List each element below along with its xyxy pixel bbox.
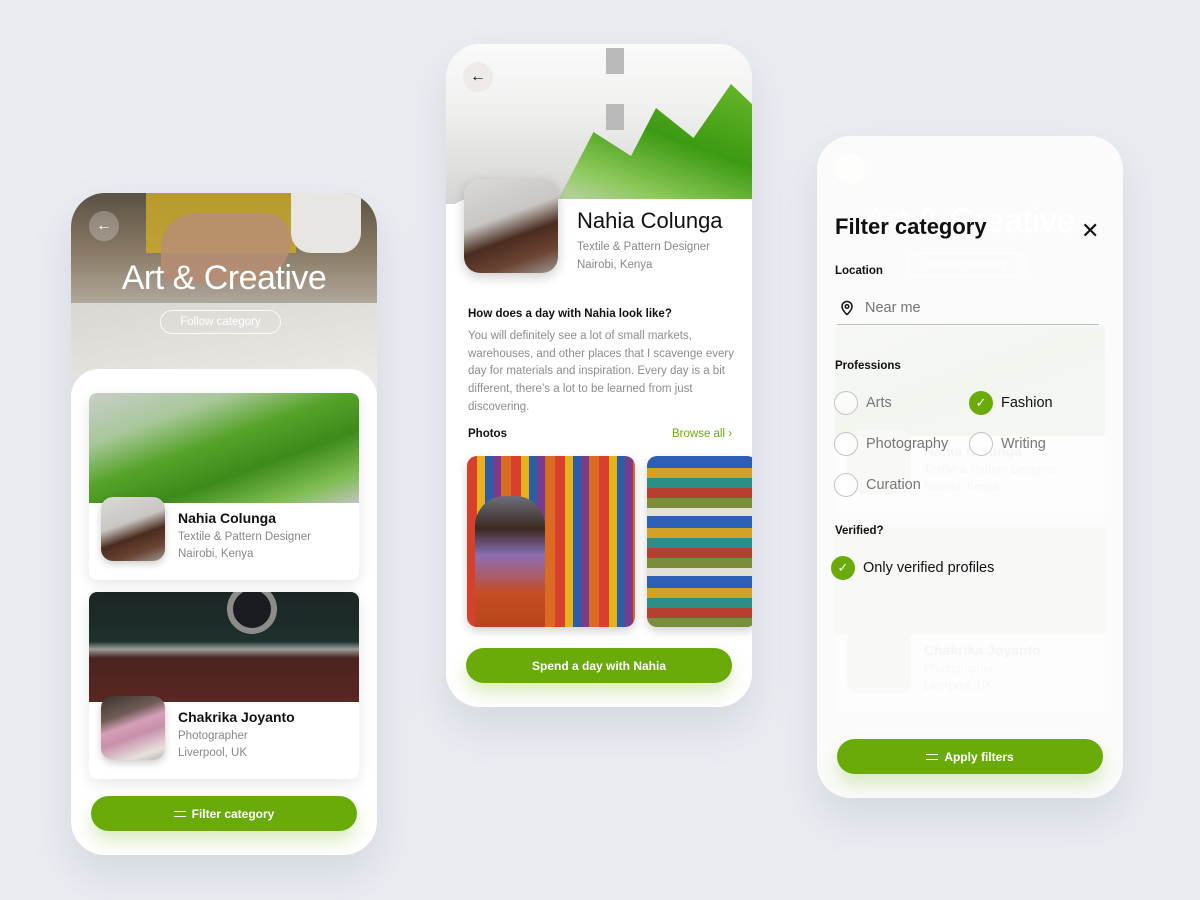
profile-cover-image [89,393,359,503]
profile-role: Textile & Pattern Designer [577,241,710,253]
arrow-left-icon: ← [96,217,112,234]
spend-a-day-button[interactable]: Spend a day with Nahia [466,648,732,683]
filter-category-button[interactable]: Filter category [91,796,357,831]
section-heading: How does a day with Nahia look like? [468,308,672,320]
photos-heading: Photos [468,428,507,440]
location-field[interactable] [837,291,1099,325]
profession-option-curation[interactable]: Curation [834,473,921,497]
option-label: Only verified profiles [863,560,995,576]
apply-filters-label: Apply filters [944,749,1014,764]
check-icon[interactable]: ✓ [969,391,993,415]
category-title: Art & Creative [121,259,327,297]
option-label: Photography [866,436,949,452]
sliders-icon [173,809,186,819]
browse-all-link[interactable]: Browse all › [672,428,732,440]
back-button[interactable]: ← [89,211,119,241]
verified-label: Verified? [835,525,884,537]
profile-screen: ← Nahia Colunga Textile & Pattern Design… [446,44,752,707]
location-input[interactable] [865,299,1065,316]
profession-option-arts[interactable]: Arts [834,391,892,415]
profile-list: Nahia Colunga Textile & Pattern Designer… [71,369,377,855]
avatar [101,497,165,561]
profession-option-photography[interactable]: Photography [834,432,948,456]
sliders-icon [926,752,939,762]
follow-category-button[interactable]: Follow category [160,310,281,334]
profile-name: Nahia Colunga [178,510,277,526]
option-label: Arts [866,395,892,411]
filter-screen: ← Art & Creative Follow category Nahia C… [817,136,1123,798]
close-icon[interactable]: ✕ [1081,218,1099,244]
radio-unchecked-icon[interactable] [834,473,858,497]
option-label: Fashion [1001,395,1053,411]
profile-location: Nairobi, Kenya [577,259,653,271]
radio-unchecked-icon[interactable] [834,432,858,456]
profile-location: Nairobi, Kenya [178,548,254,560]
profile-name: Nahia Colunga [577,208,723,233]
filter-title: Filter category [835,214,987,239]
location-pin-icon [841,300,853,315]
profile-role: Photographer [178,730,248,742]
option-label: Curation [866,477,921,493]
photo-thumbnail[interactable] [467,456,635,627]
profile-card[interactable]: Chakrika Joyanto Photographer Liverpool,… [89,592,359,779]
location-label: Location [835,265,883,277]
option-label: Writing [1001,436,1046,452]
back-button[interactable]: ← [463,62,493,92]
arrow-left-icon: ← [470,68,486,85]
profession-option-fashion[interactable]: ✓ Fashion [969,391,1053,415]
photo-thumbnail[interactable] [647,456,752,627]
profile-card[interactable]: Nahia Colunga Textile & Pattern Designer… [89,393,359,580]
category-screen: ← Art & Creative Follow category Nahia C… [71,193,377,855]
radio-unchecked-icon[interactable] [834,391,858,415]
profile-name: Chakrika Joyanto [178,709,295,725]
verified-option[interactable]: ✓ Only verified profiles [831,556,994,580]
profile-description: You will definitely see a lot of small m… [468,330,734,413]
profile-cover-image [89,592,359,702]
radio-unchecked-icon[interactable] [969,432,993,456]
profile-location: Liverpool, UK [178,747,248,759]
filter-category-label: Filter category [191,806,275,821]
avatar [464,179,558,273]
apply-filters-button[interactable]: Apply filters [837,739,1103,774]
profile-body [446,199,752,707]
profession-option-writing[interactable]: Writing [969,432,1046,456]
avatar [101,696,165,760]
profile-role: Textile & Pattern Designer [178,531,311,543]
professions-label: Professions [835,360,901,372]
check-icon[interactable]: ✓ [831,556,855,580]
